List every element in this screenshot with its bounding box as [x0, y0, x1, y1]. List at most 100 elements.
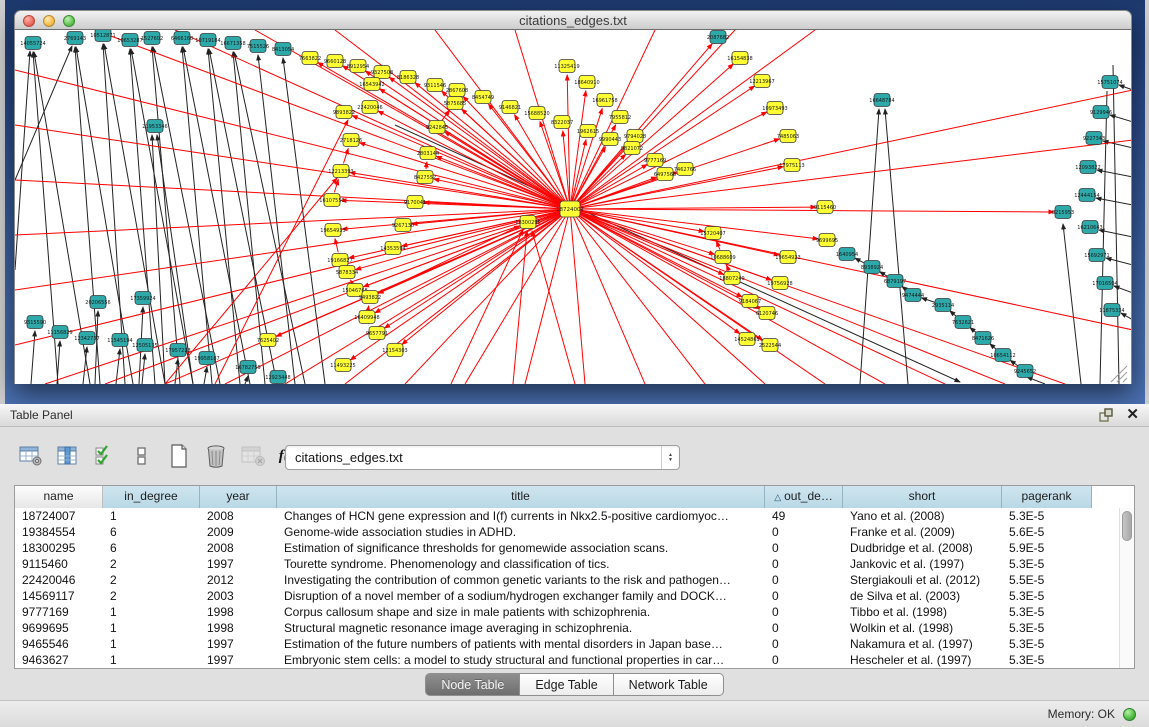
resize-grip-icon[interactable] [1123, 378, 1127, 382]
table-cell[interactable]: 0 [765, 572, 843, 588]
edge[interactable] [1113, 65, 1119, 384]
table-cell[interactable]: 0 [765, 540, 843, 556]
edge[interactable] [208, 49, 240, 384]
table-cell[interactable]: Hescheler et al. (1997) [843, 652, 1002, 668]
citation-edge[interactable] [15, 209, 570, 290]
graph-node[interactable]: 7625402 [257, 334, 279, 347]
graph-node[interactable]: 12923448 [265, 371, 290, 384]
show-columns-button[interactable] [53, 442, 83, 470]
table-cell[interactable]: Changes of HCN gene expression and I(f) … [277, 508, 765, 524]
edge[interactable] [1063, 224, 1081, 384]
table-row[interactable]: 946362711997Embryonic stem cells: a mode… [15, 652, 1134, 668]
table-cell[interactable]: 0 [765, 588, 843, 604]
scrollbar-thumb[interactable] [1122, 511, 1132, 541]
tab-node-table[interactable]: Node Table [425, 673, 520, 696]
edge[interactable] [1096, 198, 1132, 205]
panel-divider-grip[interactable] [566, 398, 584, 403]
graph-node[interactable]: 10653287 [117, 34, 142, 47]
graph-node[interactable]: 9657791 [366, 327, 388, 340]
table-cell[interactable]: 2 [103, 588, 200, 604]
graph-node[interactable]: 9893822 [333, 106, 355, 119]
citation-edge[interactable] [165, 178, 337, 384]
table-cell[interactable]: 9115460 [15, 556, 103, 572]
citation-edge[interactable] [225, 209, 570, 384]
citation-edge[interactable] [334, 180, 338, 193]
column-header-year[interactable]: year [200, 486, 277, 508]
citation-edge[interactable] [578, 211, 779, 255]
table-cell[interactable]: Yano et al. (2008) [843, 508, 1002, 524]
graph-node[interactable]: 7515526 [247, 40, 269, 53]
tab-network-table[interactable]: Network Table [614, 673, 724, 696]
graph-node[interactable]: 9474444 [902, 289, 924, 302]
delete-button[interactable] [201, 442, 231, 470]
table-cell[interactable]: 5.5E-5 [1002, 572, 1092, 588]
table-cell[interactable]: 1 [103, 636, 200, 652]
citation-edge[interactable] [45, 209, 570, 384]
graph-node[interactable]: 9242845 [426, 121, 448, 134]
table-cell[interactable]: 2008 [200, 540, 277, 556]
table-cell[interactable]: 18724007 [15, 508, 103, 524]
graph-node[interactable]: 15751074 [1097, 76, 1122, 89]
table-row[interactable]: 969969511998Structural magnetic resonanc… [15, 620, 1134, 636]
table-cell[interactable]: 5.3E-5 [1002, 620, 1092, 636]
table-cell[interactable]: 19384554 [15, 524, 103, 540]
table-cell[interactable]: 0 [765, 652, 843, 668]
select-all-button[interactable] [90, 442, 120, 470]
citation-edge[interactable] [570, 209, 885, 384]
table-cell[interactable]: 2 [103, 572, 200, 588]
table-cell[interactable]: 0 [765, 620, 843, 636]
graph-node[interactable]: 2718126 [340, 134, 362, 147]
table-cell[interactable]: 6 [103, 524, 200, 540]
graph-node[interactable]: 1962615 [577, 125, 599, 138]
graph-node[interactable]: 1640954 [836, 248, 858, 261]
graph-node[interactable]: 19756928 [767, 277, 792, 290]
table-cell[interactable]: 22420046 [15, 572, 103, 588]
graph-node[interactable]: 14353594 [380, 242, 405, 255]
table-cell[interactable]: 2008 [200, 508, 277, 524]
graph-node[interactable]: 6120746 [756, 307, 778, 320]
table-cell[interactable]: Dudbridge et al. (2008) [843, 540, 1002, 556]
edge[interactable] [1121, 313, 1132, 320]
citation-edge[interactable] [576, 154, 626, 203]
table-cell[interactable]: Estimation of the future numbers of pati… [277, 636, 765, 652]
edge[interactable] [1106, 258, 1132, 265]
table-cell[interactable]: Stergiakouli et al. (2012) [843, 572, 1002, 588]
vertical-scrollbar[interactable] [1119, 508, 1134, 668]
graph-node[interactable]: 7955812 [609, 111, 631, 124]
edge[interactable] [57, 341, 60, 384]
citation-edge[interactable] [727, 265, 729, 270]
table-cell[interactable]: 18300295 [15, 540, 103, 556]
tab-edge-table[interactable]: Edge Table [520, 673, 613, 696]
table-cell[interactable]: 5.3E-5 [1002, 604, 1092, 620]
column-header-pagerank[interactable]: pagerank [1002, 486, 1092, 508]
graph-node[interactable]: 6879197 [884, 275, 906, 288]
citation-edge[interactable] [15, 180, 570, 209]
table-cell[interactable]: Embryonic stem cells: a model to study s… [277, 652, 765, 668]
graph-node[interactable]: 12154303 [382, 344, 407, 357]
table-cell[interactable]: Estimation of significance thresholds fo… [277, 540, 765, 556]
table-cell[interactable]: 6 [103, 540, 200, 556]
citation-edge[interactable] [570, 90, 1132, 209]
table-cell[interactable]: 2 [103, 556, 200, 572]
graph-node[interactable]: 12213967 [749, 75, 774, 88]
graph-node[interactable]: 17359924 [130, 292, 155, 305]
citation-edge[interactable] [378, 111, 563, 205]
table-row[interactable]: 1872400712008Changes of HCN gene express… [15, 508, 1134, 524]
stepper-arrows-icon[interactable]: ▲▼ [661, 446, 679, 469]
graph-node[interactable]: 8427552 [414, 171, 436, 184]
graph-node[interactable]: 10512871 [90, 30, 115, 42]
edge[interactable] [15, 51, 30, 270]
graph-node[interactable]: 6497568 [654, 168, 676, 181]
graph-node[interactable]: 2522544 [759, 339, 781, 352]
graph-node[interactable]: 7462766 [674, 163, 696, 176]
table-cell[interactable]: 5.9E-5 [1002, 540, 1092, 556]
table-cell[interactable]: 5.3E-5 [1002, 636, 1092, 652]
graph-node[interactable]: 2087682 [707, 31, 729, 44]
graph-node[interactable]: 14524861 [734, 333, 759, 346]
delete-table-button[interactable] [238, 442, 268, 470]
graph-node[interactable]: 16648784 [869, 94, 894, 107]
table-cell[interactable]: 9777169 [15, 604, 103, 620]
column-header-indegree[interactable]: in_degree [103, 486, 200, 508]
table-row[interactable]: 1938455462009Genome-wide association stu… [15, 524, 1134, 540]
citation-edge[interactable] [513, 231, 527, 384]
